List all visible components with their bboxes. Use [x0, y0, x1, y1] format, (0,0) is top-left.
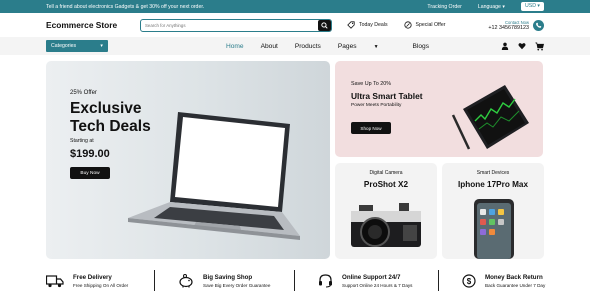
hero-banner: 25% Offer Exclusive Tech Deals Starting …	[46, 61, 330, 259]
tag-icon	[347, 21, 355, 29]
shop-now-button[interactable]: Shop Now	[351, 122, 391, 134]
feature-title: Money Back Return	[485, 274, 543, 281]
card-category: Smart Devices	[476, 170, 510, 176]
special-offer-link[interactable]: Special Offer	[403, 21, 445, 29]
svg-text:$: $	[467, 277, 472, 286]
search-button[interactable]	[318, 19, 331, 31]
feature-subtitle: Free Shipping On All Order	[73, 283, 129, 288]
user-icon[interactable]	[501, 42, 509, 50]
tablet-promo-card[interactable]: Save Up To 20% Ultra Smart Tablet Power …	[335, 61, 543, 157]
heart-icon[interactable]	[518, 42, 526, 50]
store-logo[interactable]: Ecommerce Store	[46, 20, 140, 30]
feature-divider	[438, 270, 439, 291]
tablet-title: Ultra Smart Tablet	[351, 91, 423, 101]
navigation-bar: Categories ▾ Home About Products Pages ▼ …	[0, 37, 590, 55]
feature-subtitle: Save Big Every Order Guarantee	[203, 283, 271, 288]
camera-card[interactable]: Digital Camera ProShot X2	[335, 163, 437, 259]
truck-icon	[46, 275, 64, 288]
hero-price: $199.00	[70, 148, 110, 160]
tablet-save-text: Save Up To 20%	[351, 81, 392, 87]
buy-now-button[interactable]: Buy Now	[70, 167, 110, 179]
card-product-name: Iphone 17Pro Max	[457, 180, 529, 189]
feature-free-delivery: Free Delivery Free Shipping On All Order	[46, 268, 128, 294]
card-category: Digital Camera	[369, 170, 403, 176]
cart-icon[interactable]	[535, 42, 544, 51]
main-menu: Home About Products Pages ▼ Blogs	[226, 43, 446, 50]
search-input[interactable]	[141, 22, 318, 28]
nav-blogs[interactable]: Blogs	[413, 43, 430, 50]
nav-about[interactable]: About	[261, 43, 278, 50]
nav-icons	[501, 42, 544, 51]
feature-online-support: Online Support 24/7 Support Online 24 Ho…	[318, 268, 412, 294]
categories-dropdown[interactable]: Categories ▾	[46, 40, 108, 52]
money-back-icon: $	[462, 274, 476, 288]
nav-products[interactable]: Products	[295, 43, 321, 50]
feature-big-saving: Big Saving Shop Save Big Every Order Gua…	[178, 268, 270, 294]
search-icon	[321, 21, 328, 29]
tracking-order-link[interactable]: Tracking Order	[427, 4, 461, 10]
top-announcement-bar: Tell a friend about electronics Gadgets …	[0, 0, 590, 13]
phone-icon	[533, 19, 544, 31]
search-bar	[140, 18, 332, 32]
feature-divider	[294, 270, 295, 291]
feature-title: Free Delivery	[73, 274, 112, 281]
feature-subtitle: Support Online 24 Hours & 7 Days	[342, 283, 413, 288]
caret-down-icon: ▼	[373, 43, 379, 50]
hero-offer: 25% Offer	[70, 90, 97, 96]
discount-badge-icon	[403, 21, 412, 29]
chevron-down-icon: ▾	[100, 43, 103, 49]
contact-block[interactable]: Contact Now +12 3456789123	[488, 19, 544, 31]
phone-card[interactable]: Smart Devices Iphone 17Pro Max	[442, 163, 544, 259]
currency-select[interactable]: USD ▾	[520, 2, 544, 11]
feature-title: Big Saving Shop	[203, 274, 253, 281]
nav-pages[interactable]: Pages ▼	[338, 43, 396, 50]
feature-divider	[154, 270, 155, 291]
language-select[interactable]: Language ▾	[478, 4, 505, 10]
tablet-subtitle: Power Meets Portability	[351, 103, 402, 108]
piggy-bank-icon	[179, 274, 193, 288]
feature-subtitle: Back Guarantee Under 7 Day	[485, 283, 546, 288]
headset-icon	[319, 274, 332, 288]
today-deals-link[interactable]: Today Deals	[347, 21, 388, 29]
smartphone-image	[474, 199, 514, 259]
chevron-down-icon: ▾	[502, 3, 505, 10]
tablet-image	[451, 85, 529, 150]
nav-home[interactable]: Home	[226, 43, 244, 50]
feature-title: Online Support 24/7	[342, 274, 401, 281]
laptop-image	[128, 112, 300, 240]
main-header: Ecommerce Store Today Deals Special Offe…	[0, 13, 590, 37]
contact-number: +12 3456789123	[488, 24, 529, 31]
chevron-down-icon: ▾	[537, 3, 540, 9]
camera-image	[351, 203, 421, 247]
feature-money-back: $ Money Back Return Back Guarantee Under…	[462, 268, 545, 294]
hero-starting-label: Starting at	[70, 138, 94, 144]
promo-text: Tell a friend about electronics Gadgets …	[46, 3, 205, 10]
card-product-name: ProShot X2	[363, 180, 409, 189]
